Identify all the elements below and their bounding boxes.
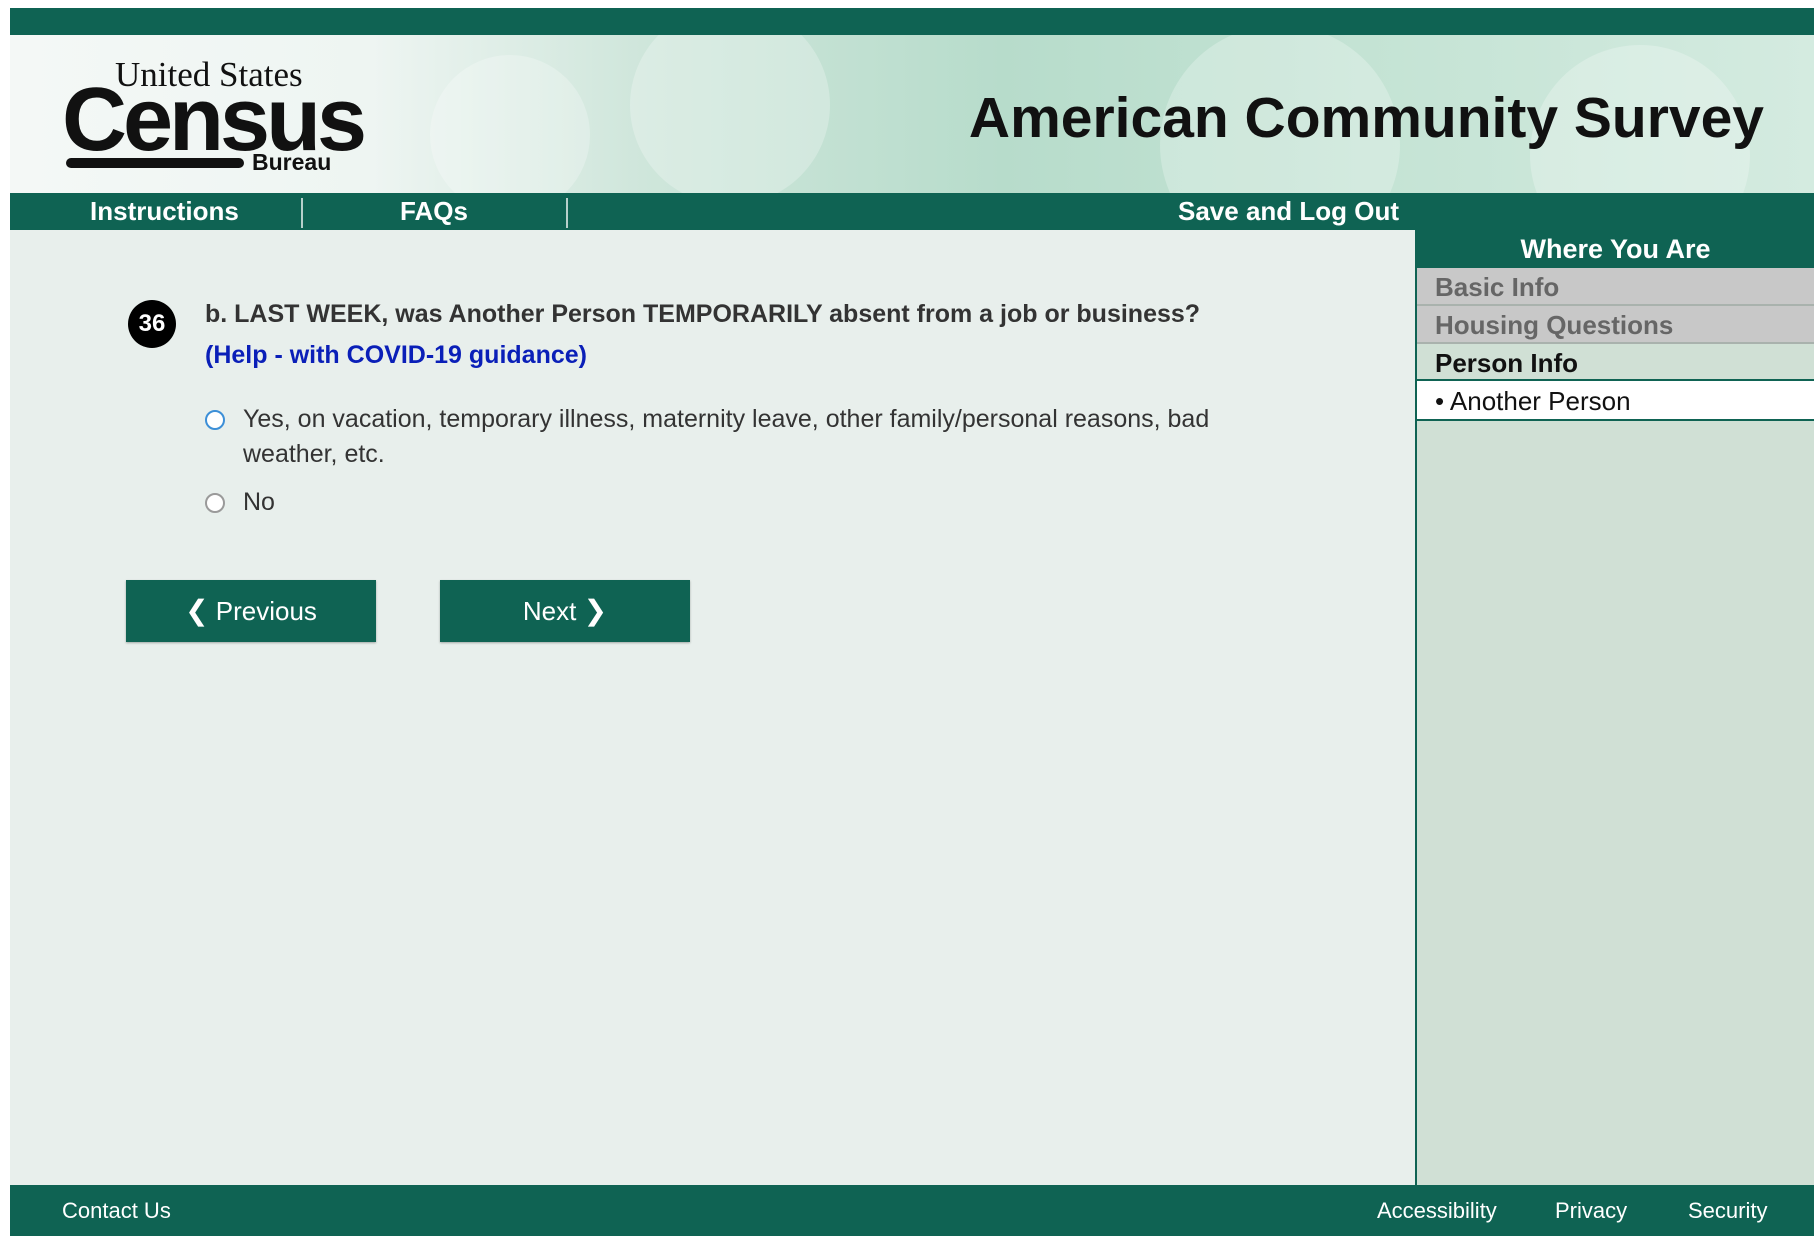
top-strip <box>10 8 1814 35</box>
footer-privacy[interactable]: Privacy <box>1555 1185 1627 1236</box>
option-no-label[interactable]: No <box>243 485 275 520</box>
sidebar-item-housing-questions[interactable]: Housing Questions <box>1417 306 1814 344</box>
sidebar-item-person-info[interactable]: Person Info <box>1417 344 1814 381</box>
sidebar-heading: Where You Are <box>1417 230 1814 268</box>
next-button[interactable]: Next ❯ <box>440 580 690 642</box>
nav-divider <box>566 198 568 228</box>
footer-contact-us[interactable]: Contact Us <box>62 1185 171 1236</box>
where-you-are-sidebar: Where You Are Basic Info Housing Questio… <box>1415 230 1814 1185</box>
banner-decoration <box>430 55 590 193</box>
page-title: American Community Survey <box>968 86 1764 150</box>
nav-save-logout[interactable]: Save and Log Out <box>1178 193 1399 230</box>
footer-accessibility[interactable]: Accessibility <box>1377 1185 1497 1236</box>
radio-no[interactable] <box>205 493 225 513</box>
question-number: 36 <box>128 300 176 348</box>
page-frame: United States Census Bureau American Com… <box>10 8 1814 1236</box>
census-bureau-logo[interactable]: United States Census Bureau <box>60 55 367 175</box>
question-panel: 36 b. LAST WEEK, was Another Person TEMP… <box>10 230 1415 1185</box>
footer-security[interactable]: Security <box>1688 1185 1767 1236</box>
next-button-label: Next <box>522 596 577 626</box>
nav-divider <box>301 198 303 228</box>
chevron-left-icon: ❮ <box>185 595 209 626</box>
nav-instructions[interactable]: Instructions <box>90 193 239 230</box>
question-text: b. LAST WEEK, was Another Person TEMPORA… <box>205 300 1201 328</box>
banner-decoration <box>630 35 830 193</box>
option-yes-label[interactable]: Yes, on vacation, temporary illness, mat… <box>243 402 1285 472</box>
help-link[interactable]: (Help - with COVID-19 guidance) <box>205 341 587 370</box>
sidebar-subitem-another-person[interactable]: • Another Person <box>1417 381 1814 421</box>
header-banner: United States Census Bureau American Com… <box>10 35 1814 193</box>
chevron-right-icon: ❯ <box>583 595 608 626</box>
logo-bureau: Bureau <box>252 149 332 175</box>
option-no[interactable]: No <box>205 485 275 520</box>
option-yes[interactable]: Yes, on vacation, temporary illness, mat… <box>205 402 1285 472</box>
footer: Contact Us Accessibility Privacy Securit… <box>10 1185 1814 1236</box>
previous-button-label: Previous <box>215 596 317 626</box>
nav-faqs[interactable]: FAQs <box>400 193 468 230</box>
sidebar-item-basic-info[interactable]: Basic Info <box>1417 268 1814 306</box>
logo-underline <box>66 158 244 168</box>
previous-button[interactable]: ❮ Previous <box>126 580 376 642</box>
top-navigation: Instructions FAQs Save and Log Out <box>10 193 1814 230</box>
radio-yes[interactable] <box>205 410 225 430</box>
